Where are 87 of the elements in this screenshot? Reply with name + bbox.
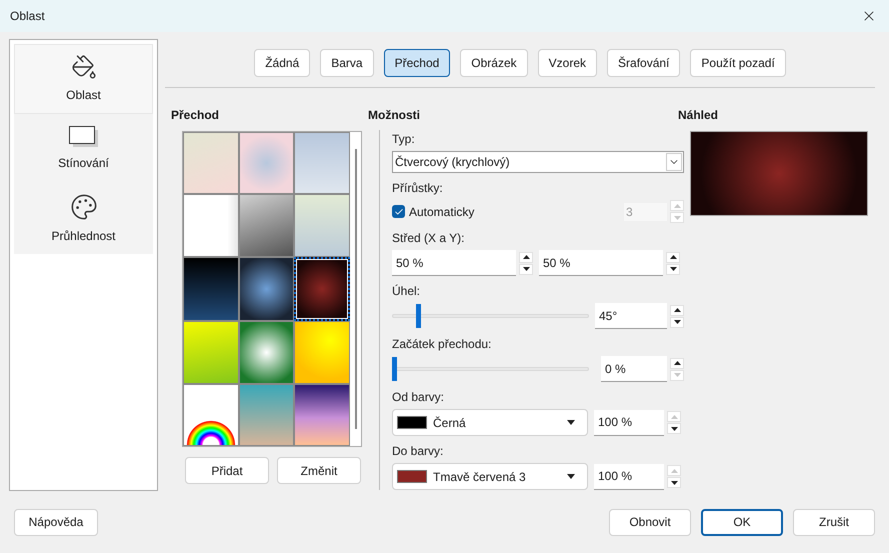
slider-thumb[interactable] xyxy=(392,357,397,381)
up-arrow-icon xyxy=(670,255,676,259)
gradient-swatch[interactable] xyxy=(183,384,239,446)
shadowed-rectangle-icon xyxy=(68,126,98,148)
up-arrow-icon xyxy=(674,204,680,208)
spin-down-button[interactable] xyxy=(667,423,681,434)
start-field[interactable]: 0 % xyxy=(601,356,667,382)
percent-field[interactable]: 100 % xyxy=(594,464,664,490)
dropdown-caret-icon xyxy=(666,153,682,171)
tab[interactable]: Obrázek xyxy=(460,49,528,77)
gradient-swatch[interactable] xyxy=(294,194,350,257)
paint-bucket-icon xyxy=(70,54,96,80)
percent-field[interactable]: 100 % xyxy=(594,410,664,436)
gradient-swatch[interactable] xyxy=(238,194,294,257)
section-title: Přechod xyxy=(171,107,220,124)
gradient-swatch[interactable] xyxy=(183,256,239,322)
down-arrow-icon xyxy=(670,426,678,430)
gradient-swatch[interactable] xyxy=(294,132,350,194)
up-arrow-icon xyxy=(670,468,678,472)
slider-track[interactable] xyxy=(392,304,589,328)
down-arrow-icon xyxy=(674,320,680,324)
color-dropdown[interactable]: Černá xyxy=(392,409,588,436)
dialog-button[interactable]: Obnovit xyxy=(609,508,691,536)
dialog-button[interactable]: OK xyxy=(701,508,783,536)
gradient-swatch[interactable] xyxy=(183,321,239,384)
down-arrow-icon xyxy=(674,373,680,377)
up-arrow-icon xyxy=(522,255,530,259)
section-title: Možnosti xyxy=(368,107,421,124)
dropdown-caret-icon xyxy=(567,474,575,479)
field-label: Do barvy: xyxy=(392,443,444,460)
sidebar-item[interactable]: Průhlednost xyxy=(14,184,153,254)
gradient-swatch[interactable] xyxy=(238,132,294,194)
gradient-swatch[interactable] xyxy=(238,384,294,446)
up-arrow-icon xyxy=(674,308,680,312)
center-y-field[interactable]: 50 % xyxy=(539,250,663,276)
gradient-swatch[interactable] xyxy=(183,194,239,257)
checkbox-label: Automaticky xyxy=(409,204,476,220)
spin-up-button[interactable] xyxy=(670,304,684,316)
spin-down-button[interactable] xyxy=(519,264,533,274)
tab[interactable]: Vzorek xyxy=(538,49,598,77)
tab[interactable]: Přechod xyxy=(384,49,450,77)
gradient-swatch[interactable] xyxy=(238,321,294,384)
tab[interactable]: Barva xyxy=(320,49,374,77)
spin-up-button[interactable] xyxy=(666,252,680,262)
gradient-swatch[interactable] xyxy=(294,384,350,446)
field-label: Od barvy: xyxy=(392,389,446,406)
tab[interactable]: Šrafování xyxy=(607,49,680,77)
tab[interactable]: Žádná xyxy=(254,49,310,77)
field-label: Úhel: xyxy=(392,283,422,300)
dropdown-caret-icon xyxy=(567,420,575,425)
spin-down-button[interactable] xyxy=(666,264,680,274)
section-title: Náhled xyxy=(678,107,720,124)
spin-down-button[interactable] xyxy=(670,316,684,328)
down-arrow-icon xyxy=(670,267,676,271)
up-arrow-icon xyxy=(670,414,678,418)
dialog-button[interactable]: Zrušit xyxy=(793,508,875,536)
field-label: Začátek přechodu: xyxy=(392,336,492,353)
action-button[interactable]: Přidat xyxy=(185,457,269,484)
up-arrow-icon xyxy=(674,361,680,365)
window-title: Oblast xyxy=(10,8,45,25)
field-label: Přírůstky: xyxy=(392,180,444,197)
sidebar-item[interactable]: Stínování xyxy=(14,114,153,184)
action-button[interactable]: Změnit xyxy=(277,457,361,484)
slider-thumb[interactable] xyxy=(416,304,421,328)
tab[interactable]: Použít pozadí xyxy=(690,49,786,77)
palette-icon xyxy=(70,193,98,221)
center-x-field[interactable]: 50 % xyxy=(392,250,516,276)
down-arrow-icon xyxy=(674,216,680,220)
sidebar-item[interactable]: Oblast xyxy=(14,44,153,114)
check-icon xyxy=(394,206,404,216)
angle-field[interactable]: 45° xyxy=(595,303,667,329)
scrollbar-thumb[interactable] xyxy=(355,149,357,429)
type-dropdown[interactable]: Čtvercový (krychlový) xyxy=(392,151,684,173)
field-label: Střed (X a Y): xyxy=(392,230,466,247)
gradient-swatch[interactable] xyxy=(294,321,350,384)
slider-track[interactable] xyxy=(392,357,589,381)
gradient-swatch[interactable] xyxy=(294,256,350,322)
down-arrow-icon xyxy=(522,267,530,271)
spin-up-button[interactable] xyxy=(519,252,533,262)
field-label: Typ: xyxy=(392,131,416,148)
spin-up-button[interactable] xyxy=(670,358,684,368)
down-arrow-icon xyxy=(670,480,678,484)
color-dropdown[interactable]: Tmavě červená 3 xyxy=(392,463,588,490)
spin-down-button[interactable] xyxy=(667,477,681,488)
gradient-swatch[interactable] xyxy=(183,132,239,194)
gradient-swatch[interactable] xyxy=(238,256,294,322)
help-button[interactable]: Nápověda xyxy=(14,508,98,536)
